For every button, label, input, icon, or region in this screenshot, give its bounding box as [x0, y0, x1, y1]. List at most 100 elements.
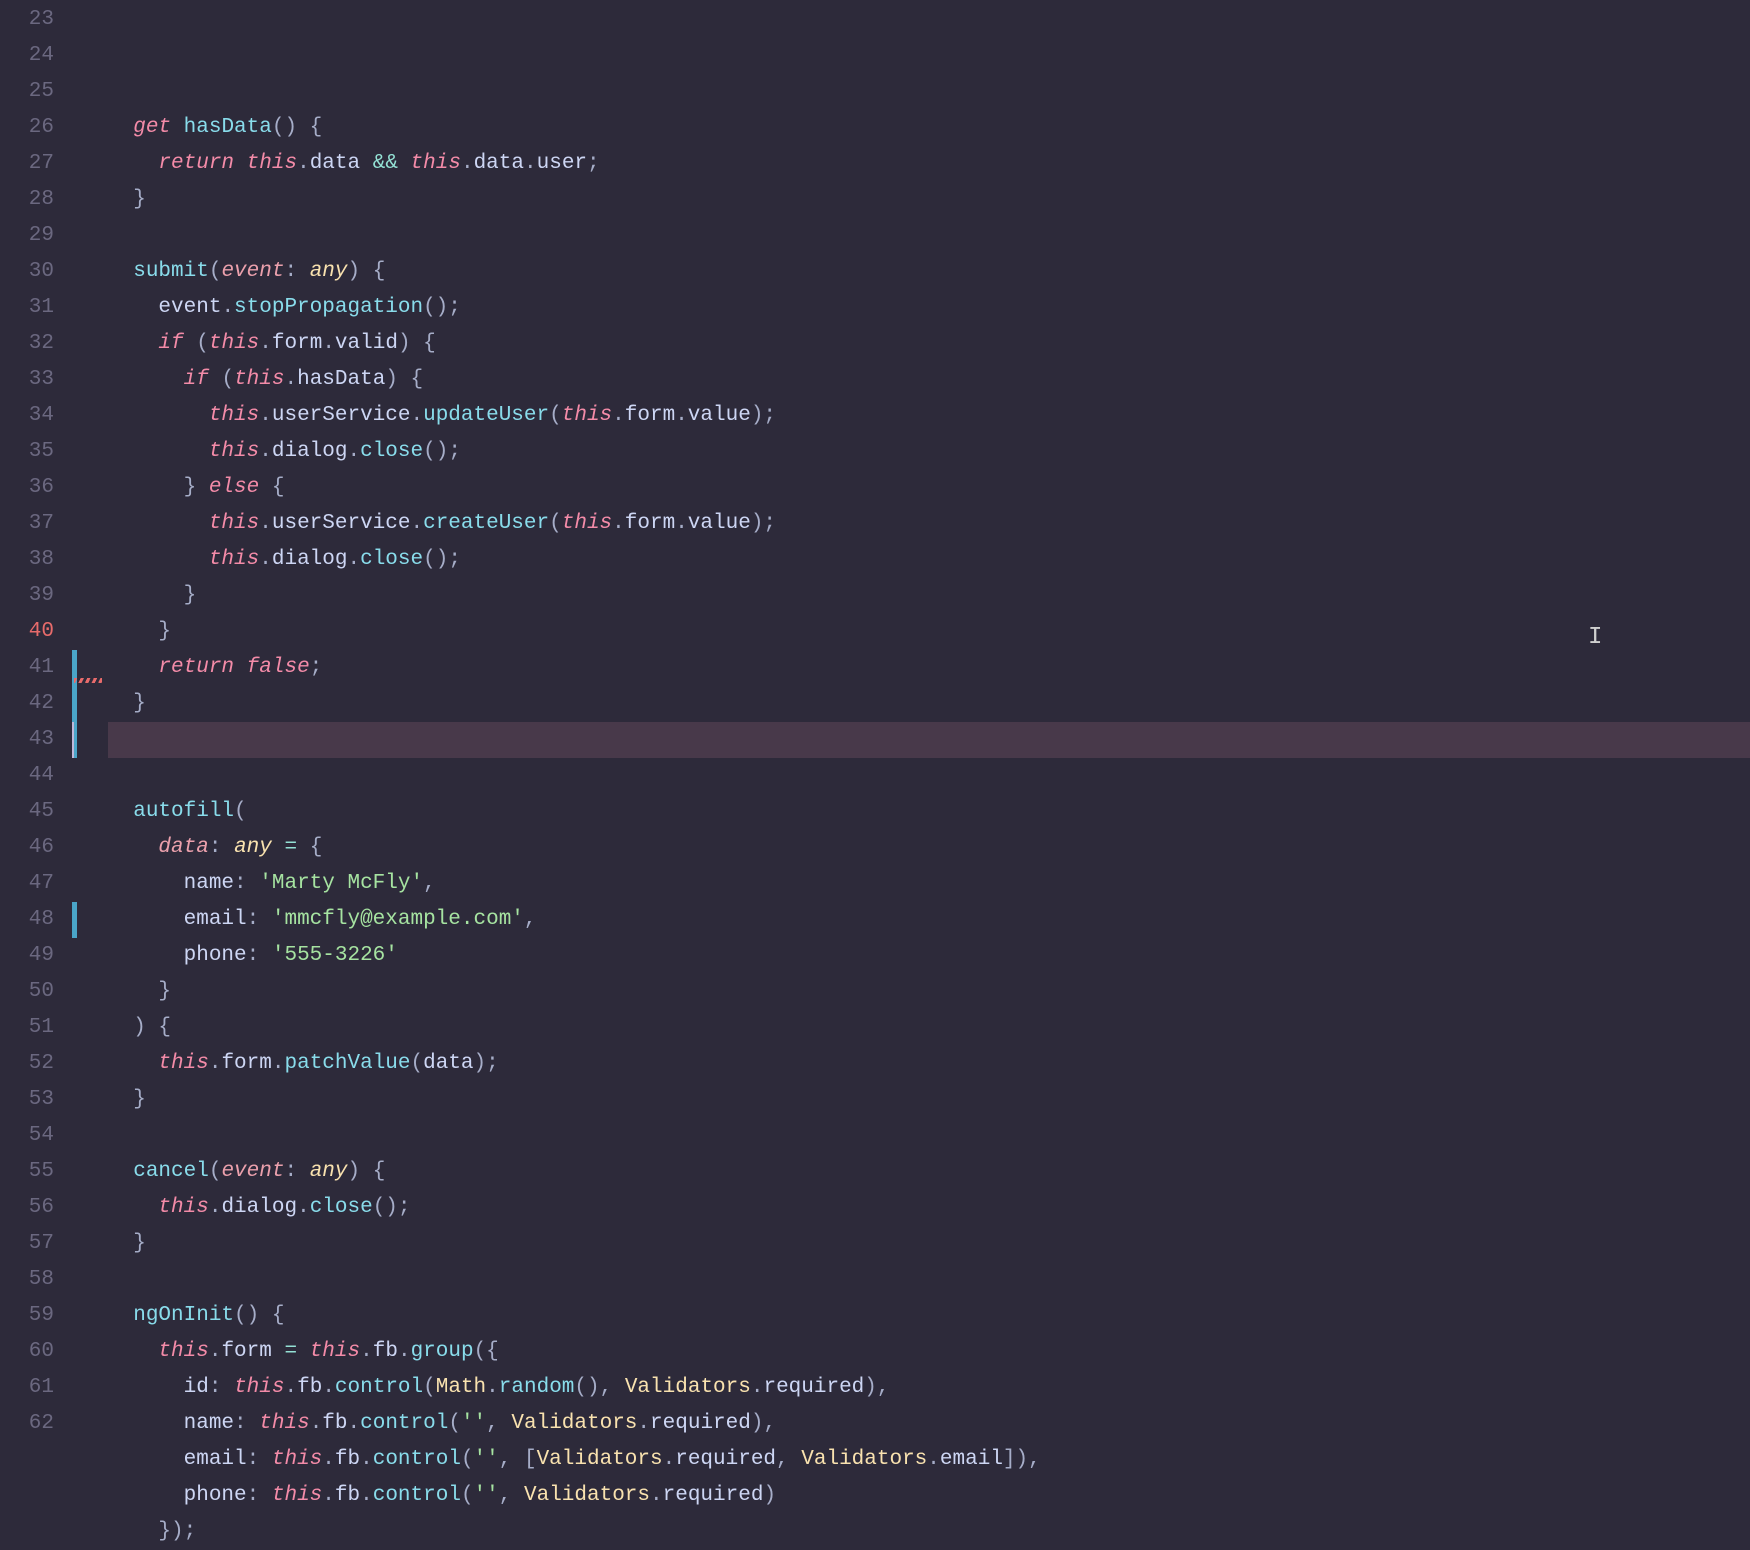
code-line[interactable]: get hasData() { [108, 110, 1750, 146]
line-number[interactable]: 27 [0, 146, 54, 182]
token: = [284, 1340, 297, 1363]
line-number[interactable]: 47 [0, 866, 54, 902]
code-line[interactable]: this.dialog.close(); [108, 434, 1750, 470]
code-line[interactable] [108, 758, 1750, 794]
code-line[interactable]: submit(event: any) { [108, 254, 1750, 290]
code-line[interactable]: name: 'Marty McFly', [108, 866, 1750, 902]
code-line[interactable]: name: this.fb.control('', Validators.req… [108, 1406, 1750, 1442]
line-number[interactable]: 42 [0, 686, 54, 722]
token: } [108, 188, 146, 211]
line-number[interactable]: 44 [0, 758, 54, 794]
code-line[interactable]: } [108, 686, 1750, 722]
code-line[interactable]: return false; [108, 650, 1750, 686]
code-line[interactable]: phone: '555-3226' [108, 938, 1750, 974]
code-area[interactable]: I get hasData() { return this.data && th… [108, 0, 1750, 1430]
token: . [650, 1484, 663, 1507]
line-number[interactable]: 50 [0, 974, 54, 1010]
line-number[interactable]: 46 [0, 830, 54, 866]
line-number[interactable]: 62 [0, 1406, 54, 1442]
token [108, 1448, 184, 1471]
token [221, 836, 234, 859]
code-line[interactable]: cancel(event: any) { [108, 1154, 1750, 1190]
code-line[interactable]: data: any = { [108, 830, 1750, 866]
code-line[interactable]: } [108, 974, 1750, 1010]
line-number[interactable]: 23 [0, 2, 54, 38]
line-number[interactable]: 39 [0, 578, 54, 614]
code-line[interactable]: ) { [108, 1010, 1750, 1046]
code-line[interactable]: email: 'mmcfly@example.com', [108, 902, 1750, 938]
line-number[interactable]: 56 [0, 1190, 54, 1226]
code-line[interactable] [108, 722, 1750, 758]
code-line[interactable]: this.dialog.close(); [108, 542, 1750, 578]
code-line[interactable]: id: this.fb.control(Math.random(), Valid… [108, 1370, 1750, 1406]
line-number[interactable]: 38 [0, 542, 54, 578]
code-line[interactable]: } [108, 182, 1750, 218]
line-number[interactable]: 29 [0, 218, 54, 254]
code-line[interactable]: }); [108, 1514, 1750, 1550]
code-line[interactable]: } [108, 1082, 1750, 1118]
code-line[interactable]: this.userService.updateUser(this.form.va… [108, 398, 1750, 434]
line-number-gutter[interactable]: 2324252627282930313233343536373839404142… [0, 0, 72, 1430]
token: fb [335, 1484, 360, 1507]
code-line[interactable]: } else { [108, 470, 1750, 506]
line-number[interactable]: 34 [0, 398, 54, 434]
code-line[interactable]: ngOnInit() { [108, 1298, 1750, 1334]
token: ) { [348, 260, 386, 283]
line-number[interactable]: 35 [0, 434, 54, 470]
line-number[interactable]: 30 [0, 254, 54, 290]
token: this [259, 1412, 309, 1435]
code-line[interactable] [108, 1118, 1750, 1154]
line-number[interactable]: 43 [0, 722, 54, 758]
code-line[interactable]: return this.data && this.data.user; [108, 146, 1750, 182]
code-line[interactable]: } [108, 1226, 1750, 1262]
code-line[interactable]: this.form.patchValue(data); [108, 1046, 1750, 1082]
line-number[interactable]: 26 [0, 110, 54, 146]
line-number[interactable]: 48 [0, 902, 54, 938]
code-line[interactable]: email: this.fb.control('', [Validators.r… [108, 1442, 1750, 1478]
code-line[interactable]: this.dialog.close(); [108, 1190, 1750, 1226]
line-number[interactable]: 33 [0, 362, 54, 398]
line-number[interactable]: 52 [0, 1046, 54, 1082]
line-number[interactable]: 59 [0, 1298, 54, 1334]
line-number[interactable]: 60 [0, 1334, 54, 1370]
token: ); [751, 404, 776, 427]
line-number[interactable]: 40 [0, 614, 54, 650]
line-number[interactable]: 31 [0, 290, 54, 326]
line-number[interactable]: 32 [0, 326, 54, 362]
line-number[interactable]: 41 [0, 650, 54, 686]
line-number[interactable]: 61 [0, 1370, 54, 1406]
line-number[interactable]: 24 [0, 38, 54, 74]
token: : [234, 872, 259, 895]
line-number[interactable]: 51 [0, 1010, 54, 1046]
line-number[interactable]: 36 [0, 470, 54, 506]
code-line[interactable]: } [108, 614, 1750, 650]
line-number[interactable]: 37 [0, 506, 54, 542]
line-number[interactable]: 54 [0, 1118, 54, 1154]
line-number[interactable]: 28 [0, 182, 54, 218]
token [272, 836, 285, 859]
token: ]), [1003, 1448, 1041, 1471]
code-line[interactable]: event.stopPropagation(); [108, 290, 1750, 326]
line-number[interactable]: 45 [0, 794, 54, 830]
code-line[interactable]: } [108, 578, 1750, 614]
line-number[interactable]: 53 [0, 1082, 54, 1118]
line-number[interactable]: 25 [0, 74, 54, 110]
code-line[interactable]: if (this.form.valid) { [108, 326, 1750, 362]
code-line[interactable] [108, 1262, 1750, 1298]
line-number[interactable]: 55 [0, 1154, 54, 1190]
line-number[interactable]: 58 [0, 1262, 54, 1298]
code-line[interactable]: this.form = this.fb.group({ [108, 1334, 1750, 1370]
code-line[interactable]: autofill( [108, 794, 1750, 830]
token: this [272, 1448, 322, 1471]
code-line[interactable]: this.userService.createUser(this.form.va… [108, 506, 1750, 542]
code-line[interactable] [108, 218, 1750, 254]
code-line[interactable]: if (this.hasData) { [108, 362, 1750, 398]
line-number[interactable]: 49 [0, 938, 54, 974]
token: fb [322, 1412, 347, 1435]
token: data [158, 836, 208, 859]
code-editor[interactable]: 2324252627282930313233343536373839404142… [0, 0, 1750, 1430]
token: : [209, 1376, 234, 1399]
token: hasData [297, 368, 385, 391]
code-line[interactable]: phone: this.fb.control('', Validators.re… [108, 1478, 1750, 1514]
line-number[interactable]: 57 [0, 1226, 54, 1262]
